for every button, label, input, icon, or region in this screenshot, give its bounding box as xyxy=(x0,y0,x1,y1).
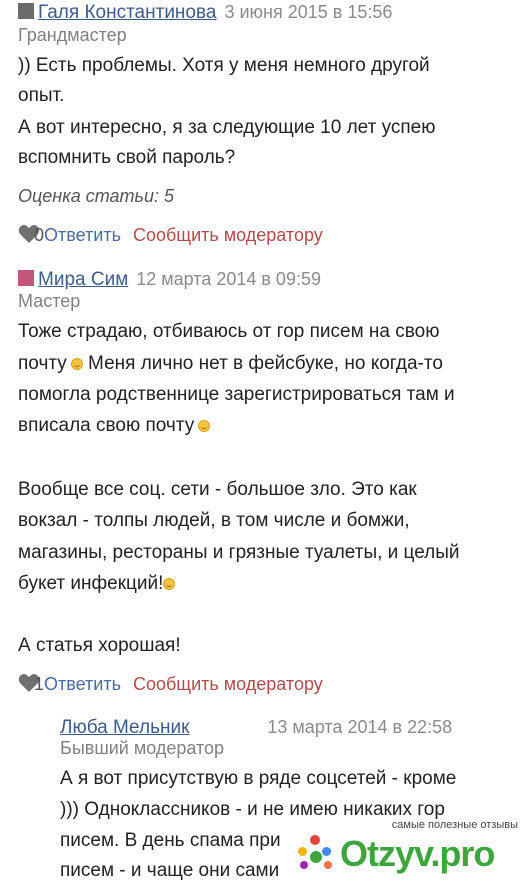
comment-header: Люба Мельник 13 марта 2014 в 22:58 xyxy=(60,717,452,739)
comment-header: Галя Константинова 3 июня 2015 в 15:56 xyxy=(18,2,392,24)
comment-text: ))) Одноклассников - и не имею никаких г… xyxy=(60,799,445,820)
watermark-logo: Otzyv.pro xyxy=(340,833,495,874)
comment-text: помогла родственнице зарегистрироваться … xyxy=(18,384,455,405)
report-moderator-link[interactable]: Сообщить модератору xyxy=(133,674,323,694)
comment-text: Меня лично нет в фейсбуке, но когда-то xyxy=(88,353,443,374)
like-count: 1 xyxy=(34,674,45,694)
comment-text: вокзал - толпы людей, в том числе и бомж… xyxy=(18,510,410,531)
comment-text-line: букет инфекций! xyxy=(18,572,176,596)
comment-text: вспомнить свой пароль? xyxy=(18,147,236,168)
user-rank: Грандмастер xyxy=(18,25,127,45)
like-count: 0 xyxy=(34,225,45,245)
reply-link[interactable]: Ответить xyxy=(44,225,121,245)
comment-text: А я вот присутствую в ряде соцсетей - кр… xyxy=(60,768,457,789)
smiley-icon xyxy=(70,358,83,370)
comment-text: букет инфекций! xyxy=(18,573,164,594)
smiley-icon xyxy=(198,420,211,432)
watermark: самые полезные отзывы Otzyv.pro xyxy=(290,819,528,881)
logo-icon xyxy=(296,835,336,871)
comment-text: опыт. xyxy=(18,85,65,106)
comment-text: А статья хорошая! xyxy=(18,635,181,656)
comment-text: вписала свою почту xyxy=(18,415,195,436)
comment-text: Тоже страдаю, отбиваюсь от гор писем на … xyxy=(18,321,440,342)
comment-actions: 1Ответить Сообщить модератору xyxy=(18,673,323,699)
reply-link[interactable]: Ответить xyxy=(44,674,121,694)
comment-text-line: почту Меня лично нет в фейсбуке, но когд… xyxy=(18,352,443,376)
comment-text: почту xyxy=(18,353,67,374)
article-rating: Оценка статьи: 5 xyxy=(18,186,175,206)
user-rank: Бывший модератор xyxy=(60,738,225,758)
comment-header: Мира Сим 12 марта 2014 в 09:59 xyxy=(18,269,321,291)
user-rank: Мастер xyxy=(18,291,81,311)
avatar[interactable] xyxy=(18,3,34,19)
smiley-icon xyxy=(163,578,176,590)
comment-text-line: вписала свою почту xyxy=(18,414,211,438)
author-link[interactable]: Галя Константинова xyxy=(38,2,216,23)
comment-text: А вот интересно, я за следующие 10 лет у… xyxy=(18,117,436,138)
author-link[interactable]: Мира Сим xyxy=(38,269,128,290)
comment-date: 13 марта 2014 в 22:58 xyxy=(267,717,453,737)
comment-text: магазины, рестораны и грязные туалеты, и… xyxy=(18,542,460,563)
author-link[interactable]: Люба Мельник xyxy=(60,717,189,738)
comment-date: 3 июня 2015 в 15:56 xyxy=(224,2,393,22)
watermark-tagline: самые полезные отзывы xyxy=(391,819,518,831)
comment-text: )) Есть проблемы. Хотя у меня немного др… xyxy=(18,55,430,76)
comment-date: 12 марта 2014 в 09:59 xyxy=(136,269,321,289)
comment-text: Вообще все соц. сети - большое зло. Это … xyxy=(18,479,417,500)
comment-text: писем - и чаще они сами xyxy=(60,860,280,881)
report-moderator-link[interactable]: Сообщить модератору xyxy=(133,225,323,245)
comment-text: писем. В день спама при xyxy=(60,830,281,851)
comment-actions: 0Ответить Сообщить модератору xyxy=(18,224,323,250)
avatar[interactable] xyxy=(18,270,34,286)
